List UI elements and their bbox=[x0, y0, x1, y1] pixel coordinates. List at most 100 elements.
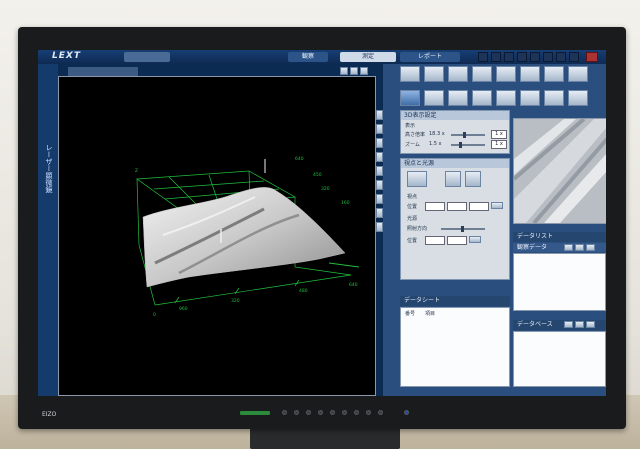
folder-icon[interactable] bbox=[517, 52, 527, 62]
vertical-tool-button[interactable] bbox=[376, 180, 383, 190]
viewpoint-icon[interactable] bbox=[407, 171, 427, 187]
vertical-tool-button[interactable] bbox=[376, 152, 383, 162]
toolbar-icon-button[interactable] bbox=[520, 90, 540, 106]
help-icon[interactable] bbox=[543, 52, 553, 62]
toolbar-icon-button[interactable] bbox=[496, 66, 516, 82]
light-icon[interactable] bbox=[465, 171, 481, 187]
close-icon[interactable] bbox=[586, 52, 598, 62]
toolbar-icon-button[interactable] bbox=[424, 66, 444, 82]
zoom-slider[interactable] bbox=[451, 142, 485, 148]
thumbnail-image bbox=[512, 117, 606, 225]
viewer-tab[interactable] bbox=[68, 67, 138, 76]
toolbar-icon-button[interactable] bbox=[520, 66, 540, 82]
grid-tick bbox=[174, 296, 180, 304]
light-direction-label: 照射方向 bbox=[407, 226, 428, 232]
axis-tick-label: Z bbox=[135, 169, 139, 174]
3d-surface-plot bbox=[136, 159, 360, 306]
light-icon[interactable] bbox=[445, 171, 461, 187]
mode-tab-label: 測定 bbox=[361, 53, 374, 60]
bezel-button[interactable] bbox=[282, 410, 287, 415]
datalist-header: データリスト bbox=[513, 232, 606, 242]
sidebar-label: レーザー顕微鏡 bbox=[45, 144, 53, 193]
datalist-action-button[interactable] bbox=[564, 244, 573, 251]
vertical-tool-button[interactable] bbox=[376, 222, 383, 232]
zoom-box[interactable]: 1 x bbox=[491, 140, 507, 149]
datasheet-table[interactable]: 番号 項目 bbox=[400, 307, 510, 387]
database-action-button[interactable] bbox=[586, 321, 595, 328]
bezel-button[interactable] bbox=[354, 410, 359, 415]
vertical-tool-button[interactable] bbox=[376, 110, 383, 120]
slider-knob[interactable] bbox=[463, 132, 466, 138]
print-icon[interactable] bbox=[491, 52, 501, 62]
toolbar-icon-button[interactable] bbox=[472, 66, 492, 82]
light-direction-slider[interactable] bbox=[441, 226, 485, 232]
bezel-button[interactable] bbox=[330, 410, 335, 415]
toolbar-icon-button[interactable] bbox=[544, 66, 564, 82]
datasheet-header: データシート bbox=[400, 296, 510, 306]
datalist-action-button[interactable] bbox=[586, 244, 595, 251]
toolbar-icon-button[interactable] bbox=[568, 90, 588, 106]
toolbar-icon-button[interactable] bbox=[568, 66, 588, 82]
light-apply-button[interactable] bbox=[469, 236, 481, 243]
viewer-minimize-icon[interactable] bbox=[340, 67, 348, 75]
vertical-tool-button[interactable] bbox=[376, 124, 383, 134]
power-button[interactable] bbox=[404, 410, 409, 415]
mode-tab-observe[interactable]: 観察 bbox=[288, 52, 328, 62]
position-input[interactable] bbox=[469, 202, 489, 211]
position-apply-button[interactable] bbox=[491, 202, 503, 209]
vertical-tool-button[interactable] bbox=[376, 166, 383, 176]
viewpoint-label: 視点 bbox=[407, 194, 418, 200]
toolbar-icon-button[interactable] bbox=[496, 90, 516, 106]
toolbar-icon-button[interactable] bbox=[544, 90, 564, 106]
datasheet-col-header: 項目 bbox=[425, 311, 436, 317]
height-scale-value: 18.3 x bbox=[429, 131, 445, 137]
toolbar-icon-button[interactable] bbox=[400, 66, 420, 82]
slider-knob[interactable] bbox=[461, 226, 464, 232]
viewer-restore-icon[interactable] bbox=[350, 67, 358, 75]
database-table[interactable] bbox=[513, 331, 606, 387]
save-icon[interactable] bbox=[504, 52, 514, 62]
bezel-button[interactable] bbox=[342, 410, 347, 415]
viewer-maximize-icon[interactable] bbox=[360, 67, 368, 75]
power-indicator bbox=[240, 411, 270, 415]
zoom-label: ズーム bbox=[405, 142, 420, 148]
slider-knob[interactable] bbox=[459, 142, 462, 148]
info-icon[interactable] bbox=[556, 52, 566, 62]
settings-icon[interactable] bbox=[478, 52, 488, 62]
3d-viewer[interactable]: 640 450 320 160 Z 320 960 640 480 0 bbox=[58, 76, 376, 396]
toolbar-icon-button-active[interactable] bbox=[400, 90, 420, 106]
datasheet-title: データシート bbox=[404, 297, 441, 304]
mode-tab-report[interactable]: レポート bbox=[400, 52, 460, 62]
height-scale-slider[interactable] bbox=[451, 132, 485, 138]
toolbar-icon-button[interactable] bbox=[448, 66, 468, 82]
database-action-button[interactable] bbox=[564, 321, 573, 328]
bezel-button[interactable] bbox=[366, 410, 371, 415]
datalist-action-button[interactable] bbox=[575, 244, 584, 251]
camera-icon[interactable] bbox=[530, 52, 540, 62]
position-input[interactable] bbox=[447, 202, 467, 211]
mode-tab-1[interactable] bbox=[124, 52, 170, 62]
thumbnail-view[interactable] bbox=[512, 117, 606, 225]
bezel-button[interactable] bbox=[318, 410, 323, 415]
datasheet-col-header: 番号 bbox=[405, 311, 416, 317]
vertical-tool-button[interactable] bbox=[376, 138, 383, 148]
datalist-table[interactable] bbox=[513, 253, 606, 311]
vertical-tool-button[interactable] bbox=[376, 194, 383, 204]
vertical-tool-button[interactable] bbox=[376, 208, 383, 218]
light-position-input[interactable] bbox=[425, 236, 445, 245]
toolbar-icon-button[interactable] bbox=[424, 90, 444, 106]
light-position-input[interactable] bbox=[447, 236, 467, 245]
database-action-button[interactable] bbox=[575, 321, 584, 328]
height-scale-box[interactable]: 1 x bbox=[491, 130, 507, 139]
position-input[interactable] bbox=[425, 202, 445, 211]
bezel-button[interactable] bbox=[378, 410, 383, 415]
toolbar-icon-button[interactable] bbox=[448, 90, 468, 106]
bezel-button[interactable] bbox=[294, 410, 299, 415]
zoom-value: 1.5 x bbox=[429, 141, 442, 147]
mode-tab-label: レポート bbox=[417, 53, 442, 60]
tool-icon[interactable] bbox=[569, 52, 579, 62]
mode-tab-measure[interactable]: 測定 bbox=[340, 52, 396, 62]
datalist-title: データリスト bbox=[517, 233, 554, 240]
toolbar-icon-button[interactable] bbox=[472, 90, 492, 106]
bezel-button[interactable] bbox=[306, 410, 311, 415]
